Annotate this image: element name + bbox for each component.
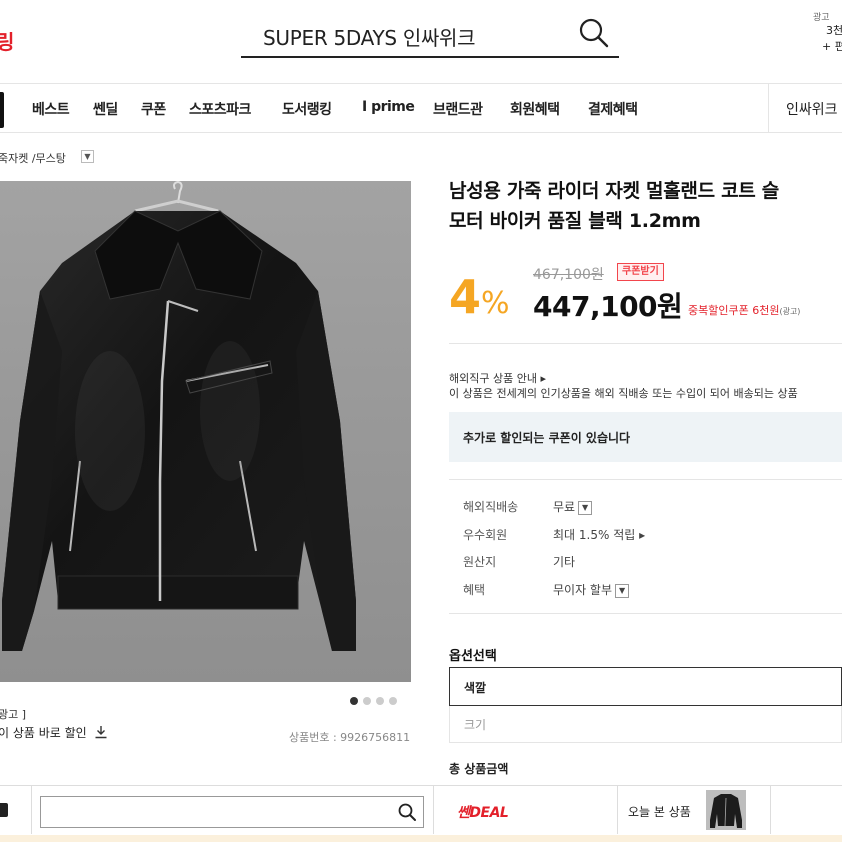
gallery-pagination <box>350 697 397 705</box>
info-value-member[interactable]: 최대 1.5% 적립 ▸ <box>553 526 645 543</box>
duplicate-coupon-ad-tag: (광고) <box>779 307 801 316</box>
color-option-select[interactable]: 색깔 <box>449 667 842 706</box>
product-title: 남성용 가죽 라이더 자켓 멀홀랜드 코트 슬 모터 바이커 품질 블랙 1.2… <box>449 176 842 236</box>
overseas-info-link[interactable]: 해외직구 상품 안내 ▸ <box>449 370 546 386</box>
duplicate-coupon-label: 중복할인쿠폰 6천원 <box>688 304 780 317</box>
bottom-divider <box>433 786 434 834</box>
discount-percent-sign: % <box>481 286 510 321</box>
info-label-member: 우수회원 <box>463 528 508 542</box>
nav-item-sportspark[interactable]: 스포츠파크 <box>189 99 251 119</box>
product-number: 상품번호 : 9926756811 <box>289 731 411 744</box>
nav-item-ssendeal[interactable]: 쎈딜 <box>93 99 118 119</box>
discount-rate: 4% <box>449 272 510 329</box>
site-logo-fragment[interactable]: 링 <box>0 26 14 55</box>
sale-price: 447,100원 <box>533 290 683 323</box>
bottom-divider <box>617 786 618 834</box>
bottom-divider <box>31 786 32 834</box>
search-icon[interactable] <box>577 16 611 50</box>
nav-divider <box>768 84 769 132</box>
delivery-info-box: 해외직배송 무료 ▼ 우수회원 최대 1.5% 적립 ▸ 원산지 기타 혜택 무이… <box>449 479 842 614</box>
color-option-label: 색깔 <box>464 681 487 695</box>
recently-viewed-label: 오늘 본 상품 <box>628 805 691 819</box>
nav-item-best[interactable]: 베스트 <box>32 99 70 119</box>
info-label-origin: 원산지 <box>463 555 497 569</box>
product-image[interactable] <box>0 181 411 682</box>
extra-coupon-text: 추가로 할인되는 쿠폰이 있습니다 <box>463 431 631 445</box>
overseas-description: 이 상품은 전세계의 인기상품을 해외 직배송 또는 수입이 되어 배송되는 상… <box>449 387 798 400</box>
info-value-shipping-text: 무료 <box>553 500 576 514</box>
search-icon[interactable] <box>397 802 417 822</box>
bottom-bar: 쎈DEAL 오늘 본 상품 <box>0 785 842 842</box>
gallery-dot-4[interactable] <box>389 697 397 705</box>
recently-viewed-thumbnail[interactable] <box>706 790 746 830</box>
original-price: 467,100원 <box>533 267 604 283</box>
product-title-line1: 남성용 가죽 라이더 자켓 멀홀랜드 코트 슬 <box>449 180 779 202</box>
gallery-dot-2[interactable] <box>363 697 371 705</box>
info-value-origin: 기타 <box>553 555 576 569</box>
header-ad-line2[interactable]: + 편 <box>822 38 842 54</box>
get-coupon-button[interactable]: 쿠폰받기 <box>617 263 664 281</box>
nav-item-coupon[interactable]: 쿠폰 <box>141 99 166 119</box>
price-divider <box>449 343 842 344</box>
category-menu-icon[interactable] <box>0 92 4 128</box>
total-price-label: 총 상품금액 <box>449 762 509 776</box>
nav-item-iprime[interactable]: I prime <box>362 99 415 115</box>
gallery-dot-3[interactable] <box>376 697 384 705</box>
chevron-down-icon[interactable]: ▼ <box>81 150 94 163</box>
nav-item-book-ranking[interactable]: 도서랭킹 <box>282 99 332 119</box>
instant-discount-label: 이 상품 바로 할인 <box>0 726 87 740</box>
jacket-thumbnail-icon <box>710 794 742 828</box>
download-icon <box>95 726 107 739</box>
cart-icon[interactable] <box>0 803 8 817</box>
info-label-benefit: 혜택 <box>463 583 486 597</box>
chevron-down-icon[interactable]: ▼ <box>578 500 593 515</box>
info-value-benefit: 무이자 할부 ▼ <box>553 581 630 598</box>
leather-jacket-image <box>2 181 356 651</box>
breadcrumb[interactable]: 죽자켓 /무스탕 <box>0 150 66 166</box>
header-ad-line1[interactable]: 3천 <box>826 22 842 38</box>
ssen-deal-link[interactable]: 쎈DEAL <box>457 802 509 822</box>
discount-value: 4 <box>449 270 482 324</box>
size-option-label: 크기 <box>464 718 487 732</box>
chevron-down-icon[interactable]: ▼ <box>615 583 630 598</box>
option-section-title: 옵션선택 <box>449 649 497 664</box>
bottom-strip <box>0 835 842 842</box>
main-nav: 베스트 쎈딜 쿠폰 스포츠파크 도서랭킹 I prime 브랜드관 회원혜택 결… <box>0 83 842 133</box>
nav-item-payment-benefit[interactable]: 결제혜택 <box>588 99 638 119</box>
duplicate-coupon-link[interactable]: 중복할인쿠폰 6천원(광고) <box>688 302 800 318</box>
gallery-dot-1[interactable] <box>350 697 358 705</box>
search-input[interactable]: SUPER 5DAYS 인싸위크 <box>263 22 476 51</box>
nav-item-member-benefit[interactable]: 회원혜택 <box>510 99 560 119</box>
search-bar[interactable]: SUPER 5DAYS 인싸위크 <box>241 12 619 58</box>
bottom-divider <box>770 786 771 834</box>
bottom-search-input[interactable] <box>40 796 424 828</box>
nav-item-brand[interactable]: 브랜드관 <box>433 99 483 119</box>
nav-promo-insa-week[interactable]: 인싸위크 <box>786 99 838 119</box>
size-option-select[interactable]: 크기 <box>449 706 842 743</box>
extra-coupon-banner[interactable]: 추가로 할인되는 쿠폰이 있습니다 <box>449 412 842 462</box>
gallery-ad-label: 광고 ] <box>0 708 27 721</box>
product-title-line2: 모터 바이커 품질 블랙 1.2mm <box>449 210 701 232</box>
instant-discount-link[interactable]: 이 상품 바로 할인 <box>0 724 108 741</box>
info-value-shipping: 무료 ▼ <box>553 498 593 515</box>
info-label-shipping: 해외직배송 <box>463 500 519 514</box>
info-value-benefit-text: 무이자 할부 <box>553 583 613 597</box>
